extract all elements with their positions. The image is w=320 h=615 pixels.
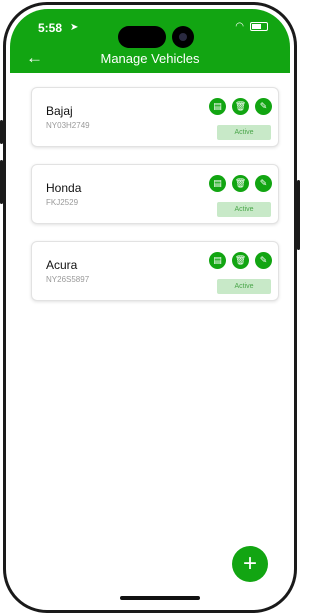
clipboard-icon[interactable]: ▤ xyxy=(209,252,226,269)
nav-row: ← Manage Vehicles xyxy=(10,49,290,69)
status-time: 5:58 xyxy=(38,21,63,35)
vehicle-name: Bajaj xyxy=(46,104,73,118)
app-header: 5:58 ➤ ◠ ← Manage Vehicles xyxy=(10,9,290,73)
plus-icon: + xyxy=(242,550,257,577)
vehicle-card[interactable]: Honda FKJ2529 ▤ 🗑 ✎ Active xyxy=(31,164,279,224)
phone-frame: 5:58 ➤ ◠ ← Manage Vehicles Bajaj NY03H27… xyxy=(3,2,297,613)
location-icon: ➤ xyxy=(70,22,79,33)
card-actions: ▤ 🗑 ✎ xyxy=(209,175,272,192)
home-indicator xyxy=(120,596,200,600)
vehicle-name: Acura xyxy=(46,258,78,272)
pencil-icon[interactable]: ✎ xyxy=(255,175,272,192)
vehicle-name: Honda xyxy=(46,181,82,195)
vehicle-card[interactable]: Acura NY26S5897 ▤ 🗑 ✎ Active xyxy=(31,241,279,301)
status-badge: Active xyxy=(217,202,271,217)
vehicle-card[interactable]: Bajaj NY03H2749 ▤ 🗑 ✎ Active xyxy=(31,87,279,147)
trash-icon[interactable]: 🗑 xyxy=(232,175,249,192)
status-icons: ◠ xyxy=(235,21,268,32)
page-title: Manage Vehicles xyxy=(100,51,200,66)
card-actions: ▤ 🗑 ✎ xyxy=(209,252,272,269)
pencil-icon[interactable]: ✎ xyxy=(255,252,272,269)
screen: 5:58 ➤ ◠ ← Manage Vehicles Bajaj NY03H27… xyxy=(10,9,290,606)
pencil-icon[interactable]: ✎ xyxy=(255,98,272,115)
trash-icon[interactable]: 🗑 xyxy=(232,98,249,115)
status-bar: 5:58 ➤ ◠ xyxy=(10,20,290,48)
camera xyxy=(172,26,194,48)
vehicle-plate: NY03H2749 xyxy=(46,121,90,130)
status-badge: Active xyxy=(217,279,271,294)
card-actions: ▤ 🗑 ✎ xyxy=(209,98,272,115)
power-button xyxy=(297,180,300,250)
vehicle-list: Bajaj NY03H2749 ▤ 🗑 ✎ Active Honda FKJ25… xyxy=(10,73,290,606)
battery-icon xyxy=(250,22,268,31)
clipboard-icon[interactable]: ▤ xyxy=(209,98,226,115)
wifi-icon: ◠ xyxy=(235,21,244,32)
vehicle-plate: NY26S5897 xyxy=(46,275,90,284)
trash-icon[interactable]: 🗑 xyxy=(232,252,249,269)
vehicle-plate: FKJ2529 xyxy=(46,198,79,207)
phone: 5:58 ➤ ◠ ← Manage Vehicles Bajaj NY03H27… xyxy=(0,0,300,615)
status-badge: Active xyxy=(217,125,271,140)
dynamic-island xyxy=(118,26,166,48)
add-vehicle-button[interactable]: + xyxy=(232,546,268,582)
clipboard-icon[interactable]: ▤ xyxy=(209,175,226,192)
